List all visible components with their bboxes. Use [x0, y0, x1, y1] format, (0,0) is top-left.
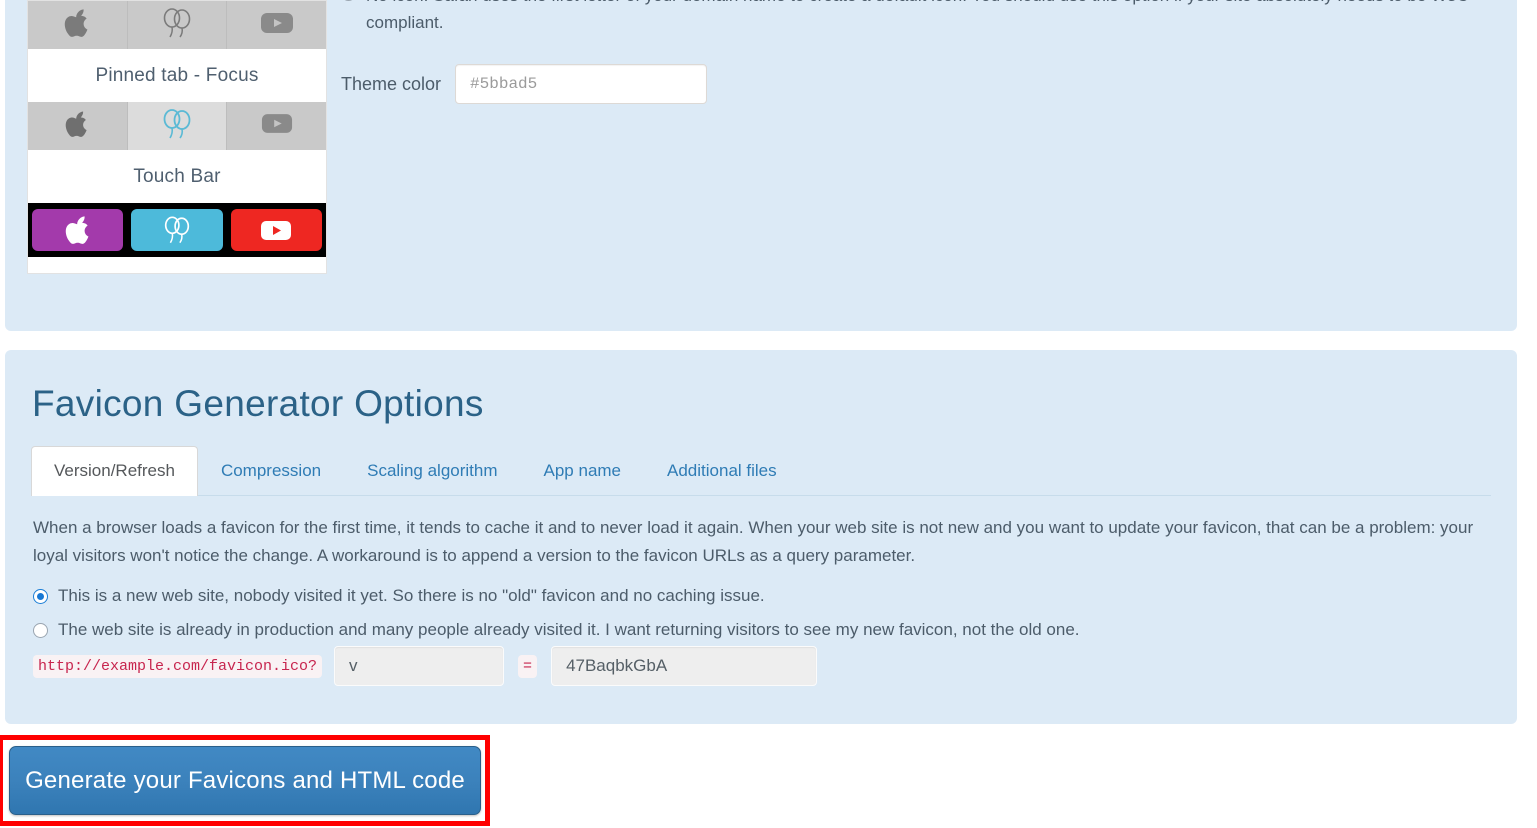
tab-compression[interactable]: Compression	[198, 446, 344, 495]
radio-no-icon[interactable]	[341, 0, 356, 1]
safari-preview-stack: Pinned tab - Focus Touch Bar	[27, 0, 327, 274]
tab-app-name[interactable]: App name	[521, 446, 645, 495]
balloons-icon	[160, 6, 194, 45]
option-row-no-icon[interactable]: No icon. Safari uses the first letter of…	[341, 0, 1501, 36]
theme-color-input[interactable]: #5bbad5	[455, 64, 708, 104]
pinned-tab-label: Pinned tab - Focus	[28, 49, 326, 102]
option-label-existing-site: The web site is already in production an…	[58, 620, 1080, 639]
youtube-icon	[261, 112, 293, 140]
touch-bar-tile-balloons	[131, 209, 223, 251]
youtube-icon	[261, 221, 292, 240]
radio-existing-site[interactable]	[33, 623, 48, 638]
balloons-icon-cell	[127, 1, 228, 49]
radio-new-site[interactable]	[33, 589, 48, 604]
touch-bar-label: Touch Bar	[28, 150, 326, 203]
version-value-input[interactable]: 47BaqbkGbA	[551, 646, 818, 686]
version-refresh-description: When a browser loads a favicon for the f…	[33, 518, 1474, 565]
tab-additional-files[interactable]: Additional files	[644, 446, 800, 495]
tab-version-refresh[interactable]: Version/Refresh	[31, 446, 198, 496]
version-param-input[interactable]: v	[334, 646, 505, 686]
balloons-icon-cell-2	[127, 102, 228, 150]
apple-icon-cell	[28, 1, 128, 49]
theme-color-placeholder: #5bbad5	[470, 75, 538, 93]
youtube-icon	[260, 11, 294, 40]
apple-icon	[64, 8, 90, 43]
apple-icon	[65, 110, 89, 143]
touch-bar-icon-row	[28, 102, 327, 150]
youtube-icon-cell-2	[227, 102, 327, 150]
option-label-no-icon: No icon. Safari uses the first letter of…	[366, 0, 1469, 32]
safari-options-panel: Pinned tab - Focus Touch Bar compliant. …	[5, 0, 1517, 331]
generate-button[interactable]: Generate your Favicons and HTML code	[9, 746, 481, 815]
option-label-new-site: This is a new web site, nobody visited i…	[58, 586, 765, 605]
touch-bar-tile-youtube	[230, 209, 322, 251]
version-refresh-radio-group: This is a new web site, nobody visited i…	[33, 585, 1473, 653]
apple-icon	[65, 216, 89, 244]
option-row-new-site[interactable]: This is a new web site, nobody visited i…	[33, 585, 1473, 607]
balloons-icon	[164, 216, 190, 244]
theme-color-label: Theme color	[341, 73, 442, 94]
generator-tabs: Version/Refresh Compression Scaling algo…	[31, 446, 1491, 496]
equals-sign: =	[518, 654, 538, 678]
youtube-icon-cell	[227, 1, 327, 49]
touch-bar-tile-apple	[32, 209, 124, 251]
pinned-tab-icon-row	[28, 1, 327, 49]
touch-bar-footer	[28, 257, 326, 273]
option-row-existing-site[interactable]: The web site is already in production an…	[33, 619, 1473, 641]
favicon-generator-options-panel: Favicon Generator Options Version/Refres…	[5, 350, 1517, 724]
safari-icon-options-list: Use a silhouette of the original image. …	[341, 0, 1501, 104]
theme-color-row: Theme color #5bbad5	[341, 64, 1501, 104]
apple-icon-cell-2	[28, 102, 128, 150]
page-root: Pinned tab - Focus Touch Bar compliant. …	[0, 0, 1537, 828]
version-value-text: 47BaqbkGbA	[566, 656, 668, 675]
version-url-row: http://example.com/favicon.ico? v = 47Ba…	[33, 646, 818, 686]
touch-bar-strip	[28, 203, 326, 257]
balloons-icon	[160, 107, 194, 146]
version-param-value: v	[349, 656, 358, 675]
tab-scaling-algorithm[interactable]: Scaling algorithm	[344, 446, 520, 495]
example-url-code: http://example.com/favicon.ico?	[33, 654, 323, 678]
page-title: Favicon Generator Options	[32, 383, 484, 424]
